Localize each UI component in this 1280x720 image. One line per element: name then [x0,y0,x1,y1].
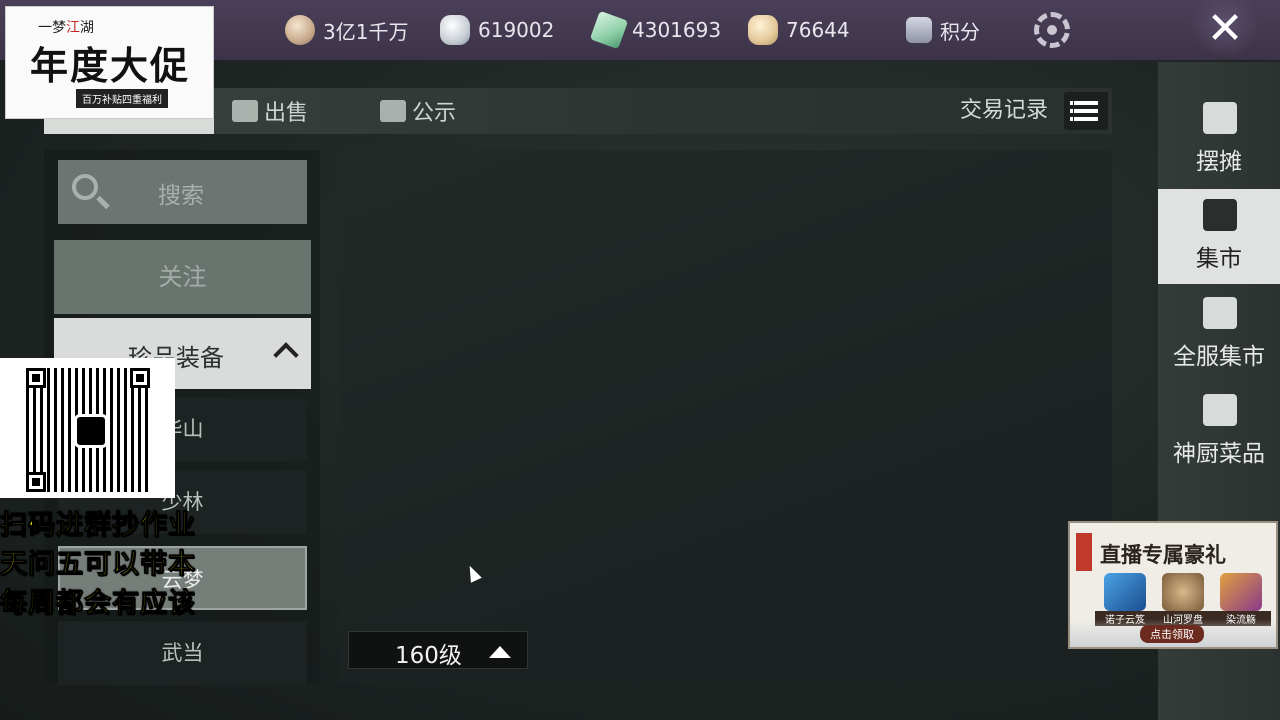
currency-jade: 4301693 [589,10,722,50]
promo-logo: 一梦江湖 年度大促 百万补贴四重福利 [5,6,214,119]
tab-label: 出售 [264,101,309,126]
gold-ingot-icon [748,15,778,45]
kitchen-icon [1203,394,1237,426]
nav-label: 全服集市 [1173,344,1265,370]
nav-label: 集市 [1196,246,1242,272]
currency-value: 619002 [478,18,555,42]
trade-records-button[interactable] [1064,92,1108,130]
promo-line-1: 扫码进群抄作业 [0,510,196,542]
wechat-icon [74,414,108,448]
live-gift-ad[interactable]: 直播专属豪礼 诺子云笈 山河罗盘 染流觞 点击领取 [1068,521,1278,649]
nav-label: 神厨菜品 [1173,441,1265,467]
points-button[interactable]: 积分 [906,14,980,46]
search-icon [72,174,98,200]
follow-button[interactable]: 关注 [54,240,311,314]
jade-icon [589,10,629,50]
scale-icon [1203,199,1237,231]
qr-code [0,358,175,498]
coin-icon [285,15,315,45]
item-book-icon [1104,573,1146,611]
currency-silver: 619002 [440,14,554,46]
currency-value: 4301693 [632,18,722,42]
chevron-up-icon [489,646,511,658]
subcategory-wudang[interactable]: 武当 [58,621,307,685]
tab-label: 公示 [412,101,457,126]
nav-label: 摆摊 [1196,149,1242,175]
tab-sell[interactable]: 出售 [232,88,308,134]
silver-ingot-icon [440,15,470,45]
logo-subtitle: 百万补贴四重福利 [76,89,168,108]
nav-market[interactable]: 集市 [1158,189,1280,284]
item-dye-icon [1220,573,1262,611]
level-filter-dropdown[interactable]: 160级 [348,631,528,669]
nav-stall[interactable]: 摆摊 [1158,92,1280,187]
ad-title: 直播专属豪礼 [1100,542,1226,567]
board-icon [380,100,406,122]
logo-brand: 一梦江湖 [38,20,94,36]
item-compass-icon [1162,573,1204,611]
settings-gear-icon[interactable] [1034,12,1070,48]
hand-icon [232,100,258,122]
trade-records-label[interactable]: 交易记录 [960,88,1048,134]
currency-value: 3亿1千万 [323,19,409,44]
tab-announce[interactable]: 公示 [380,88,456,134]
global-scale-icon [1203,297,1237,329]
chevron-up-icon [273,342,299,368]
level-label: 160级 [395,643,462,669]
promo-line-2: 天问五可以带本 [0,549,196,581]
search-button[interactable]: 搜索 [58,160,307,224]
currency-copper: 3亿1千万 [285,14,408,46]
claim-button[interactable]: 点击领取 [1140,625,1204,643]
promo-line-3: 每周都会有应该 [0,588,196,620]
close-button[interactable]: ✕ [1190,0,1260,58]
search-label: 搜索 [158,183,204,209]
currency-value: 76644 [786,18,850,42]
currency-gold: 76644 [748,14,850,46]
points-label: 积分 [940,19,980,44]
nav-kitchen[interactable]: 神厨菜品 [1158,384,1280,479]
ad-banner-icon [1076,533,1092,571]
stall-icon [1203,102,1237,134]
nav-global-market[interactable]: 全服集市 [1158,287,1280,382]
shield-icon [906,17,932,43]
logo-title: 年度大促 [30,43,191,88]
listing-area [338,150,1112,684]
